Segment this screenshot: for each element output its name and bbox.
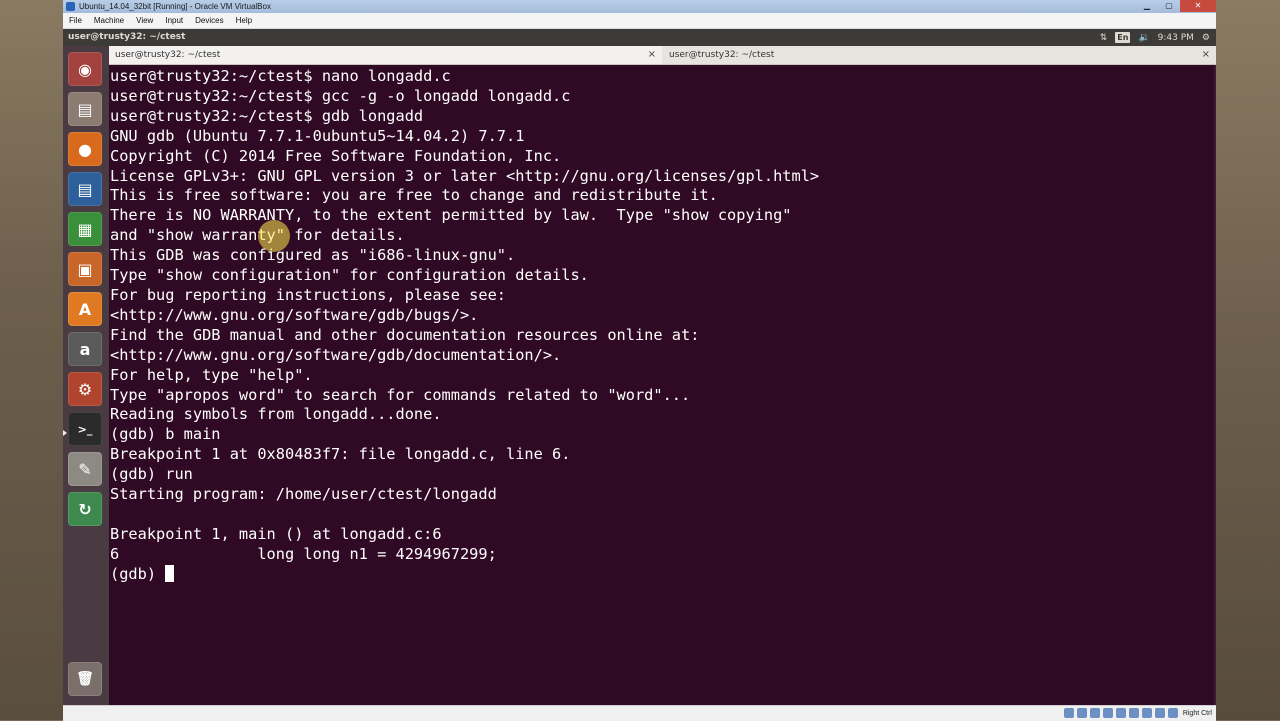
window-controls: ▁ ▢ ✕ (1136, 0, 1216, 13)
keyboard-capture-icon[interactable] (1167, 708, 1178, 718)
terminal-line: user@trusty32:~/ctest$ gdb longadd (110, 106, 424, 125)
files-icon[interactable]: ▤ (68, 92, 102, 126)
dash-home-icon[interactable]: ◉ (68, 52, 102, 86)
terminal-line: (gdb) b main (110, 425, 221, 444)
tab-close-icon[interactable]: × (1202, 46, 1210, 64)
running-indicator (63, 430, 67, 436)
mouse-integration-icon[interactable] (1154, 708, 1165, 718)
terminal-line: Breakpoint 1 at 0x80483f7: file longadd.… (110, 445, 571, 464)
virtualbox-status-bar: Right Ctrl (63, 705, 1216, 721)
virtualbox-title-bar[interactable]: Ubuntu_14.04_32bit [Running] - Oracle VM… (63, 0, 1216, 13)
network-icon[interactable]: ⇅ (1100, 33, 1108, 43)
host-desktop-right (1216, 0, 1280, 720)
terminal-line: This is free software: you are free to c… (110, 186, 718, 205)
hdd-icon[interactable] (1063, 708, 1074, 718)
virtualbox-window: Ubuntu_14.04_32bit [Running] - Oracle VM… (63, 0, 1216, 721)
calc-icon[interactable]: ▦ (68, 212, 102, 246)
terminal-line: (gdb) run (110, 465, 193, 484)
shared-folders-icon[interactable] (1102, 708, 1113, 718)
terminal-line: user@trusty32:~/ctest$ gcc -g -o longadd… (110, 86, 571, 105)
terminal-line: <http://www.gnu.org/software/gdb/documen… (110, 345, 562, 364)
impress-icon[interactable]: ▣ (68, 252, 102, 286)
menu-file[interactable]: File (63, 13, 88, 28)
network-adapter-icon[interactable] (1128, 708, 1139, 718)
terminal-line: 6 long long n1 = 4294967299; (110, 544, 497, 563)
terminal-text: user@trusty32:~/ctest$ nano longadd.c us… (109, 65, 1214, 585)
gdb-prompt: (gdb) (110, 564, 166, 583)
menu-input[interactable]: Input (159, 13, 189, 28)
optical-drive-icon[interactable] (1076, 708, 1087, 718)
software-center-icon[interactable]: A (68, 292, 102, 326)
virtualbox-menu-bar: File Machine View Input Devices Help (63, 13, 1216, 29)
terminal-line: Find the GDB manual and other documentat… (110, 325, 700, 344)
text-editor-icon[interactable]: ✎ (68, 452, 102, 486)
panel-window-title: user@trusty32: ~/ctest (68, 32, 186, 42)
host-key-label: Right Ctrl (1182, 709, 1212, 717)
minimize-button[interactable]: ▁ (1136, 0, 1158, 12)
terminal-line: For bug reporting instructions, please s… (110, 285, 507, 304)
system-settings-icon[interactable]: ⚙ (68, 372, 102, 406)
amazon-icon[interactable]: a (68, 332, 102, 366)
maximize-button[interactable]: ▢ (1158, 0, 1180, 12)
unity-launcher: ◉ ▤ ● ▤ ▦ ▣ A a ⚙ >_ ✎ ↻ 🗑 (63, 46, 109, 720)
terminal-line: GNU gdb (Ubuntu 7.7.1-0ubuntu5~14.04.2) … (110, 126, 525, 145)
status-icons: Right Ctrl (1063, 708, 1212, 718)
terminal-line: License GPLv3+: GNU GPL version 3 or lat… (110, 166, 820, 185)
window-title: Ubuntu_14.04_32bit [Running] - Oracle VM… (79, 2, 271, 11)
usb-icon[interactable] (1089, 708, 1100, 718)
virtualbox-app-icon (66, 2, 75, 11)
menu-devices[interactable]: Devices (189, 13, 229, 28)
menu-help[interactable]: Help (230, 13, 258, 28)
terminal-line: Reading symbols from longadd...done. (110, 405, 442, 424)
terminal-line: <http://www.gnu.org/software/gdb/bugs/>. (110, 305, 479, 324)
terminal-line: Starting program: /home/user/ctest/longa… (110, 485, 497, 504)
gear-icon[interactable]: ⚙ (1202, 33, 1210, 43)
menu-machine[interactable]: Machine (88, 13, 130, 28)
terminal-scrollbar[interactable] (1214, 65, 1216, 705)
terminal-line: Type "apropos word" to search for comman… (110, 385, 691, 404)
terminal-line: Copyright (C) 2014 Free Software Foundat… (110, 146, 562, 165)
volume-icon[interactable]: 🔉 (1138, 33, 1149, 43)
tab-label: user@trusty32: ~/ctest (115, 50, 221, 60)
terminal-line: user@trusty32:~/ctest$ nano longadd.c (110, 67, 451, 85)
terminal-line: This GDB was configured as "i686-linux-g… (110, 246, 516, 265)
tab-terminal-1[interactable]: user@trusty32: ~/ctest × (109, 46, 662, 64)
mouse-pointer-highlight (258, 220, 290, 252)
terminal-tab-bar: user@trusty32: ~/ctest × user@trusty32: … (109, 46, 1216, 65)
firefox-icon[interactable]: ● (68, 132, 102, 166)
writer-icon[interactable]: ▤ (68, 172, 102, 206)
tab-label: user@trusty32: ~/ctest (669, 50, 775, 60)
close-button[interactable]: ✕ (1180, 0, 1216, 12)
recording-icon[interactable] (1141, 708, 1152, 718)
host-desktop-left (0, 0, 63, 720)
tab-close-icon[interactable]: × (648, 46, 656, 64)
terminal-icon[interactable]: >_ (68, 412, 102, 446)
display-icon[interactable] (1115, 708, 1126, 718)
terminal-line: There is NO WARRANTY, to the extent perm… (110, 206, 792, 225)
terminal-line: Type "show configuration" for configurat… (110, 266, 589, 285)
terminal-output[interactable]: user@trusty32:~/ctest$ nano longadd.c us… (109, 65, 1214, 705)
tab-terminal-2[interactable]: user@trusty32: ~/ctest × (663, 46, 1216, 64)
trash-icon[interactable]: 🗑 (68, 662, 102, 696)
clock[interactable]: 9:43 PM (1158, 33, 1194, 43)
keyboard-layout-indicator[interactable]: En (1115, 32, 1131, 43)
text-cursor (165, 564, 175, 582)
indicator-area: ⇅ En 🔉 9:43 PM ⚙ (1100, 29, 1210, 46)
terminal-line: Breakpoint 1, main () at longadd.c:6 (110, 524, 442, 543)
terminal-line: For help, type "help". (110, 365, 313, 384)
software-updater-icon[interactable]: ↻ (68, 492, 102, 526)
ubuntu-top-panel: user@trusty32: ~/ctest ⇅ En 🔉 9:43 PM ⚙ (63, 29, 1216, 46)
menu-view[interactable]: View (130, 13, 159, 28)
